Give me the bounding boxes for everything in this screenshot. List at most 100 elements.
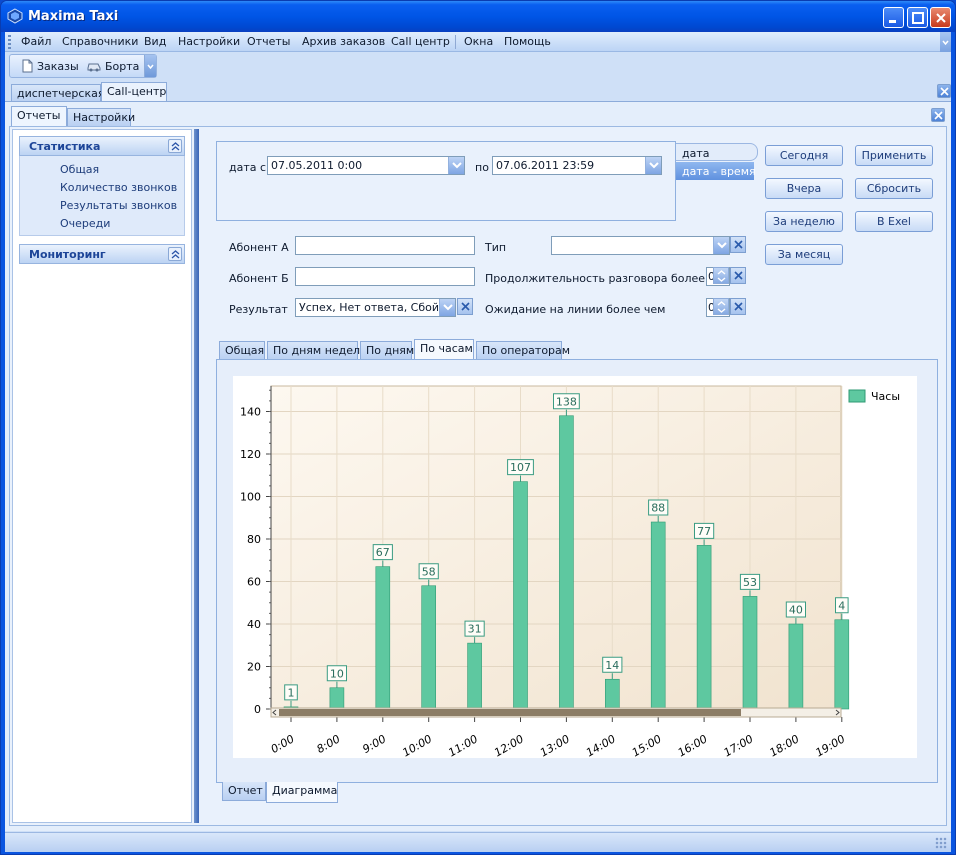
- bar: [421, 585, 436, 710]
- collapse-button[interactable]: [168, 139, 182, 153]
- reset-button[interactable]: Сбросить: [855, 178, 933, 199]
- tab-report[interactable]: Отчет: [222, 782, 266, 801]
- clear-type-button[interactable]: [730, 236, 746, 253]
- close-icon: [734, 302, 743, 311]
- date-from-label: дата с: [229, 161, 267, 174]
- menu-overflow-button[interactable]: [940, 32, 951, 52]
- yesterday-button[interactable]: Вчера: [765, 178, 843, 199]
- mode-date[interactable]: дата: [676, 143, 758, 161]
- resize-grip[interactable]: [935, 837, 947, 849]
- tab-by-weekday[interactable]: По дням недели: [267, 341, 367, 360]
- orders-button[interactable]: Заказы: [20, 59, 79, 73]
- data-label: 40: [789, 604, 803, 617]
- menu-call-center[interactable]: Call центр: [391, 35, 450, 48]
- subscriber-a-input[interactable]: [295, 236, 475, 255]
- data-label: 31: [468, 623, 482, 636]
- nav-group-monitoring[interactable]: Мониторинг: [19, 244, 185, 264]
- menu-directories[interactable]: Справочники: [62, 35, 138, 48]
- close-icon: [936, 13, 946, 23]
- maximize-button[interactable]: [907, 7, 928, 28]
- collapse-button[interactable]: [168, 247, 182, 261]
- date-to-value: 07.06.2011 23:59: [496, 159, 595, 172]
- nav-item-call-results[interactable]: Результаты звонков: [60, 199, 177, 212]
- close-reports-button[interactable]: [931, 108, 945, 122]
- tab-dispatch[interactable]: диспетчерская: [11, 84, 104, 102]
- cars-button[interactable]: Борта: [86, 59, 139, 73]
- y-tick-label: 100: [240, 491, 261, 504]
- menu-settings[interactable]: Настройки: [178, 35, 240, 48]
- clear-waiting-button[interactable]: [730, 298, 746, 315]
- window-title: Maxima Taxi: [28, 9, 119, 24]
- toolbar-overflow-button[interactable]: [144, 55, 156, 77]
- menu-separator: [455, 35, 456, 49]
- x-tick-label: 10:00: [400, 732, 434, 758]
- double-chevron-up-icon: [171, 250, 180, 259]
- mode-date-time[interactable]: дата - время: [676, 162, 756, 180]
- date-to-picker[interactable]: 07.06.2011 23:59: [492, 156, 662, 175]
- tab-general[interactable]: Общая: [219, 341, 265, 360]
- chart-frame: 0 20 40 60 80 100 120 140 1 0:00 10 8:00 67 9:00 58 10:…: [216, 359, 938, 783]
- clear-duration-button[interactable]: [730, 267, 746, 284]
- apply-button[interactable]: Применить: [855, 145, 933, 166]
- title-bar[interactable]: Maxima Taxi: [1, 1, 955, 32]
- menu-help[interactable]: Помощь: [504, 35, 551, 48]
- panel-splitter[interactable]: [194, 129, 199, 823]
- menu-view[interactable]: Вид: [144, 35, 166, 48]
- car-icon: [87, 63, 101, 72]
- minimize-button[interactable]: [883, 7, 904, 28]
- nav-group-statistics[interactable]: Статистика: [19, 136, 185, 156]
- tab-settings[interactable]: Настройки: [67, 108, 135, 126]
- month-button[interactable]: За месяц: [765, 244, 843, 265]
- x-tick-label: 18:00: [767, 732, 801, 758]
- main-toolbar: Заказы Борта: [9, 54, 157, 78]
- close-icon: [734, 240, 743, 249]
- dropdown-button[interactable]: [713, 237, 729, 254]
- minimize-icon: [889, 20, 896, 23]
- type-select[interactable]: [551, 236, 730, 255]
- bar: [513, 481, 528, 710]
- tab-by-operator[interactable]: По операторам: [476, 341, 570, 360]
- close-window-button[interactable]: [930, 7, 951, 28]
- dropdown-button[interactable]: [448, 157, 464, 174]
- menu-file[interactable]: Файл: [21, 35, 51, 48]
- nav-item-call-count[interactable]: Количество звонков: [60, 181, 177, 194]
- menu-reports[interactable]: Отчеты: [247, 35, 290, 48]
- close-document-button[interactable]: [937, 84, 951, 98]
- dropdown-button[interactable]: [645, 157, 661, 174]
- tab-by-hour[interactable]: По часам: [414, 339, 474, 360]
- tab-reports[interactable]: Отчеты: [11, 106, 67, 126]
- date-from-picker[interactable]: 07.05.2011 0:00: [267, 156, 465, 175]
- menu-order-archive[interactable]: Архив заказов: [302, 35, 385, 48]
- data-label: 1: [288, 686, 295, 699]
- chevron-down-icon: [443, 304, 453, 311]
- spin-arrows-icon: [717, 301, 726, 313]
- export-excel-button[interactable]: В Exel: [855, 211, 933, 232]
- result-select[interactable]: Успех, Нет ответа, Сбой…: [295, 298, 456, 317]
- client-area: Файл Справочники Вид Настройки Отчеты Ар…: [5, 32, 951, 852]
- nav-item-general[interactable]: Общая: [60, 163, 99, 176]
- clear-result-button[interactable]: [457, 298, 473, 315]
- y-tick-label: 40: [247, 618, 261, 631]
- week-button[interactable]: За неделю: [765, 211, 843, 232]
- tab-diagram[interactable]: Диаграмма: [266, 782, 338, 803]
- nav-group-title: Мониторинг: [29, 248, 106, 261]
- duration-label: Продолжительность разговора более чем: [485, 272, 731, 285]
- tab-by-day[interactable]: По дням: [360, 341, 414, 360]
- nav-group-statistics-body: Общая Количество звонков Результаты звон…: [19, 156, 185, 236]
- x-tick-label: 12:00: [492, 732, 526, 758]
- data-label: 88: [651, 502, 665, 515]
- subscriber-b-input[interactable]: [295, 267, 475, 286]
- tab-call-center[interactable]: Call-центр: [101, 82, 167, 102]
- today-button[interactable]: Сегодня: [765, 145, 843, 166]
- cars-label: Борта: [105, 60, 140, 73]
- dropdown-button[interactable]: [439, 299, 455, 316]
- menu-windows[interactable]: Окна: [464, 35, 493, 48]
- navigation-panel: Статистика Общая Количество звонков Резу…: [12, 129, 192, 823]
- menu-grip[interactable]: [8, 35, 11, 49]
- waiting-spin-buttons[interactable]: [713, 298, 729, 315]
- result-value: Успех, Нет ответа, Сбой…: [299, 301, 451, 314]
- nav-item-queues[interactable]: Очереди: [60, 217, 110, 230]
- document-icon: [22, 59, 33, 73]
- x-tick-label: 13:00: [538, 732, 572, 758]
- duration-spin-buttons[interactable]: [713, 267, 729, 284]
